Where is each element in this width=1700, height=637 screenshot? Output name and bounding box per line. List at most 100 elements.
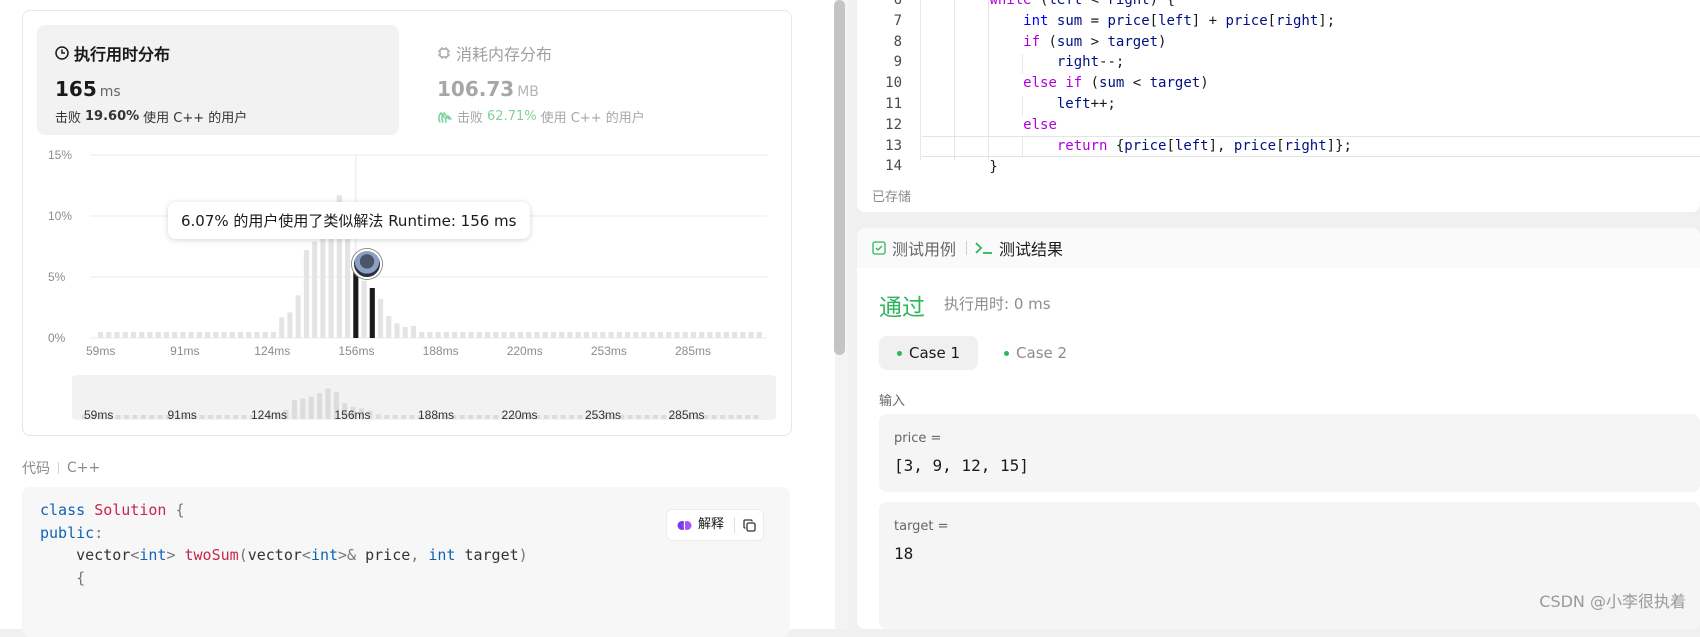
chart-bar [246, 331, 252, 338]
chart-bar [410, 325, 417, 338]
code-language: C++ [67, 460, 101, 476]
runtime-unit: ms [99, 84, 121, 100]
code-line: } [922, 158, 998, 175]
memory-stat-tab[interactable]: 消耗内存分布 106.73 MB 击败 62.71% 使用 C++ 的用户 [419, 25, 781, 135]
chart-bar [287, 312, 293, 338]
line-number: 13 [885, 137, 902, 154]
chart-bar [526, 331, 532, 338]
y-tick-label: 15% [48, 148, 72, 162]
chart-bar [221, 331, 227, 338]
overview-bar [636, 415, 642, 419]
explain-button[interactable]: 解释 [667, 510, 734, 540]
case-1-label: Case 1 [909, 344, 961, 362]
verdict-runtime: 执行用时: 0 ms [944, 295, 1051, 313]
chart-bar [419, 331, 425, 338]
code-line: else [1023, 116, 1057, 133]
param-value: 18 [894, 544, 914, 563]
tab-testcase[interactable]: 测试用例 [857, 236, 966, 260]
code-line: left++; [1056, 95, 1116, 112]
chart-bar [699, 331, 705, 338]
overview-bar [409, 415, 415, 419]
brain-icon [677, 520, 692, 530]
chart-bar [106, 331, 112, 338]
clap-icon [438, 111, 452, 123]
overview-bar [627, 415, 633, 419]
chart-bar [592, 331, 598, 338]
y-tick-label: 5% [48, 270, 66, 284]
meta-divider [58, 462, 59, 474]
overview-bar [291, 400, 297, 419]
case-2-tab[interactable]: Case 2 [986, 336, 1085, 370]
runtime-beat-pct: 19.60% [85, 109, 140, 124]
chart-bar [262, 331, 268, 338]
runtime-stat-tab[interactable]: 执行用时分布 165 ms 击败 19.60% 使用 C++ 的用户 [37, 25, 399, 135]
overview-bar [132, 415, 138, 419]
case-2-label: Case 2 [1016, 344, 1068, 362]
x-tick-label: 285ms [675, 344, 711, 358]
overview-bar [753, 415, 759, 419]
case-1-tab[interactable]: Case 1 [879, 336, 979, 370]
overview-bar [233, 415, 239, 419]
runtime-beat-prefix: 击败 [55, 111, 82, 126]
chart-bar [394, 323, 400, 338]
explain-label: 解释 [697, 516, 724, 532]
overview-bar [484, 415, 490, 419]
overview-bar [325, 388, 331, 419]
overview-bar [644, 415, 650, 419]
chart-bar [303, 250, 309, 338]
line-number: 14 [885, 158, 902, 175]
runtime-distribution-chart[interactable]: 15% 10% 5% 0% 59ms 91ms 124ms 156ms 188ms 220ms 25… [22, 140, 782, 425]
chart-bar [542, 331, 548, 338]
overview-bar [224, 415, 230, 419]
line-number: 8 [893, 33, 902, 50]
line-number: 9 [893, 54, 902, 71]
chart-bar [213, 331, 219, 338]
chart-bar-highlight [369, 287, 375, 338]
runtime-beat-suffix: 使用 C++ 的用户 [143, 111, 248, 126]
code-editor[interactable]: 6 7 8 9 10 11 12 13 14 while (left < right) { in… [857, 0, 1700, 212]
case-pass-dot [1004, 350, 1010, 356]
overview-tick-label: 124ms [251, 408, 287, 422]
overview-bar [711, 415, 717, 419]
x-tick-label: 124ms [254, 344, 290, 358]
y-tick-label: 0% [48, 331, 66, 345]
overview-tick-label: 188ms [418, 408, 454, 422]
chart-bar [608, 331, 614, 338]
chart-bar [517, 331, 524, 338]
editor-code: while (left < right) { int sum = price[l… [922, 0, 1700, 177]
memory-title: 消耗内存分布 [456, 45, 553, 64]
overview-bar [661, 415, 667, 419]
chart-bar [229, 331, 235, 338]
tab-test-result[interactable]: 测试结果 [967, 236, 1073, 260]
y-tick-label: 10% [48, 209, 72, 223]
copy-button[interactable] [735, 510, 763, 540]
memory-beat-prefix: 击败 [457, 111, 484, 126]
overview-bar [308, 396, 314, 419]
watermark: CSDN @小李很执着 [1539, 592, 1686, 611]
overview-bar [459, 415, 465, 419]
chart-bar [155, 331, 161, 338]
overview-tick-label: 59ms [84, 408, 113, 422]
chart-bar [435, 331, 441, 338]
verdict-status: 通过 [879, 295, 925, 321]
chart-bar [732, 331, 738, 338]
chart-bar [723, 331, 729, 338]
chart-bar [147, 331, 153, 338]
code-actions: 解释 [665, 509, 764, 541]
chart-bar [649, 331, 655, 338]
overview-bar [384, 415, 390, 419]
chart-bar [196, 331, 202, 338]
chart-bar [641, 331, 647, 338]
left-scrollbar-thumb[interactable] [834, 0, 845, 355]
code-label: 代码 [22, 461, 50, 477]
overview-bar [199, 415, 205, 419]
overview-bar [745, 415, 751, 419]
param-value: [3, 9, 12, 15] [894, 456, 1029, 475]
code-line-current: return {price[left], price[right]}; [922, 135, 1700, 157]
input-label: 输入 [879, 394, 906, 409]
chart-bar [139, 331, 145, 338]
chart-bar [740, 331, 746, 338]
overview-bar [207, 415, 213, 419]
chart-bar [188, 331, 194, 338]
chart-bar [427, 331, 433, 338]
